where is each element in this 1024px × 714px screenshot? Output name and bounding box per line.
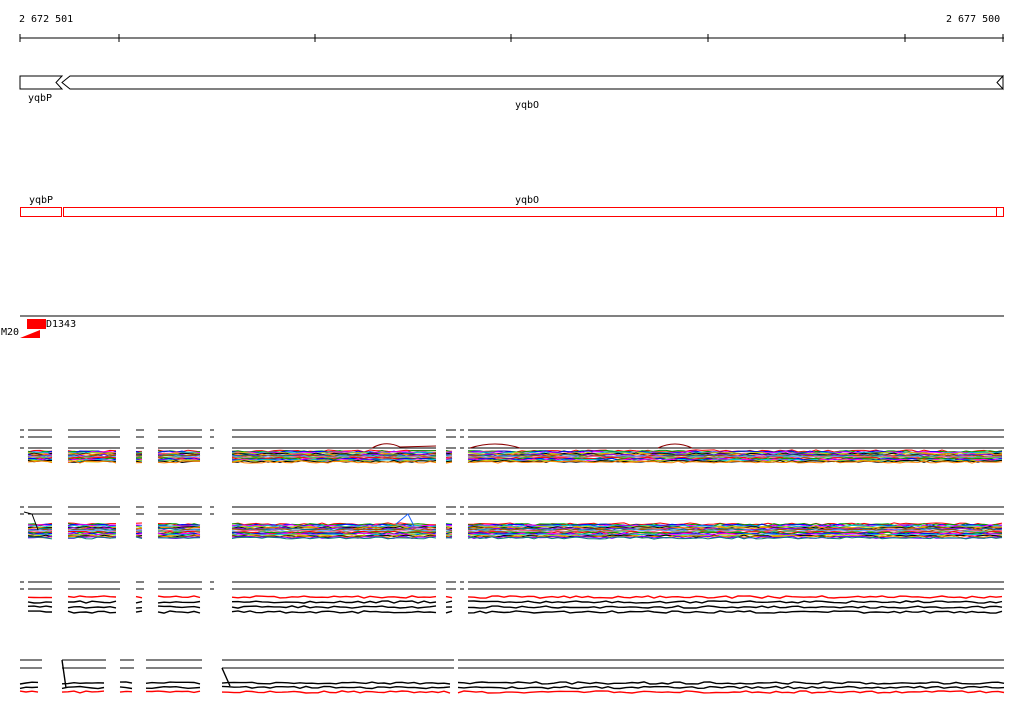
coordinate-end-label: 2 677 500 [946,14,1001,25]
feature-M20-wedge[interactable] [20,330,40,338]
expression-track-1 [20,429,1004,464]
feature-track [20,315,1004,338]
expression-peak-accent [371,443,437,449]
gene-yqbP-shape[interactable] [19,75,64,90]
feature-D1343-box[interactable] [27,319,46,329]
transcript-track [20,207,1004,217]
transcript-label-yqbO: yqbO [515,195,540,206]
transcript-yqbO-box[interactable] [63,207,997,217]
expression-track-3 [20,581,1004,614]
expression-track-4 [19,659,1005,694]
feature-label-D1343: D1343 [46,319,77,330]
expression-peak-accent [469,443,693,449]
transcript-yqbP-box[interactable] [20,207,62,217]
genome-browser-canvas [19,34,1005,694]
feature-label-M20: M20 [1,327,20,338]
expression-tracks [19,429,1005,694]
coordinate-start-label: 2 672 501 [19,14,74,25]
gene-label-yqbO: yqbO [515,100,540,111]
gene-yqbO-shape[interactable] [61,75,1004,90]
gene-track [19,74,1004,91]
transcript-end-box [996,207,1004,217]
transcript-label-yqbP: yqbP [29,195,54,206]
expression-track-2 [20,506,1004,540]
gene-label-yqbP: yqbP [28,93,53,104]
coordinate-ruler [19,34,1004,42]
